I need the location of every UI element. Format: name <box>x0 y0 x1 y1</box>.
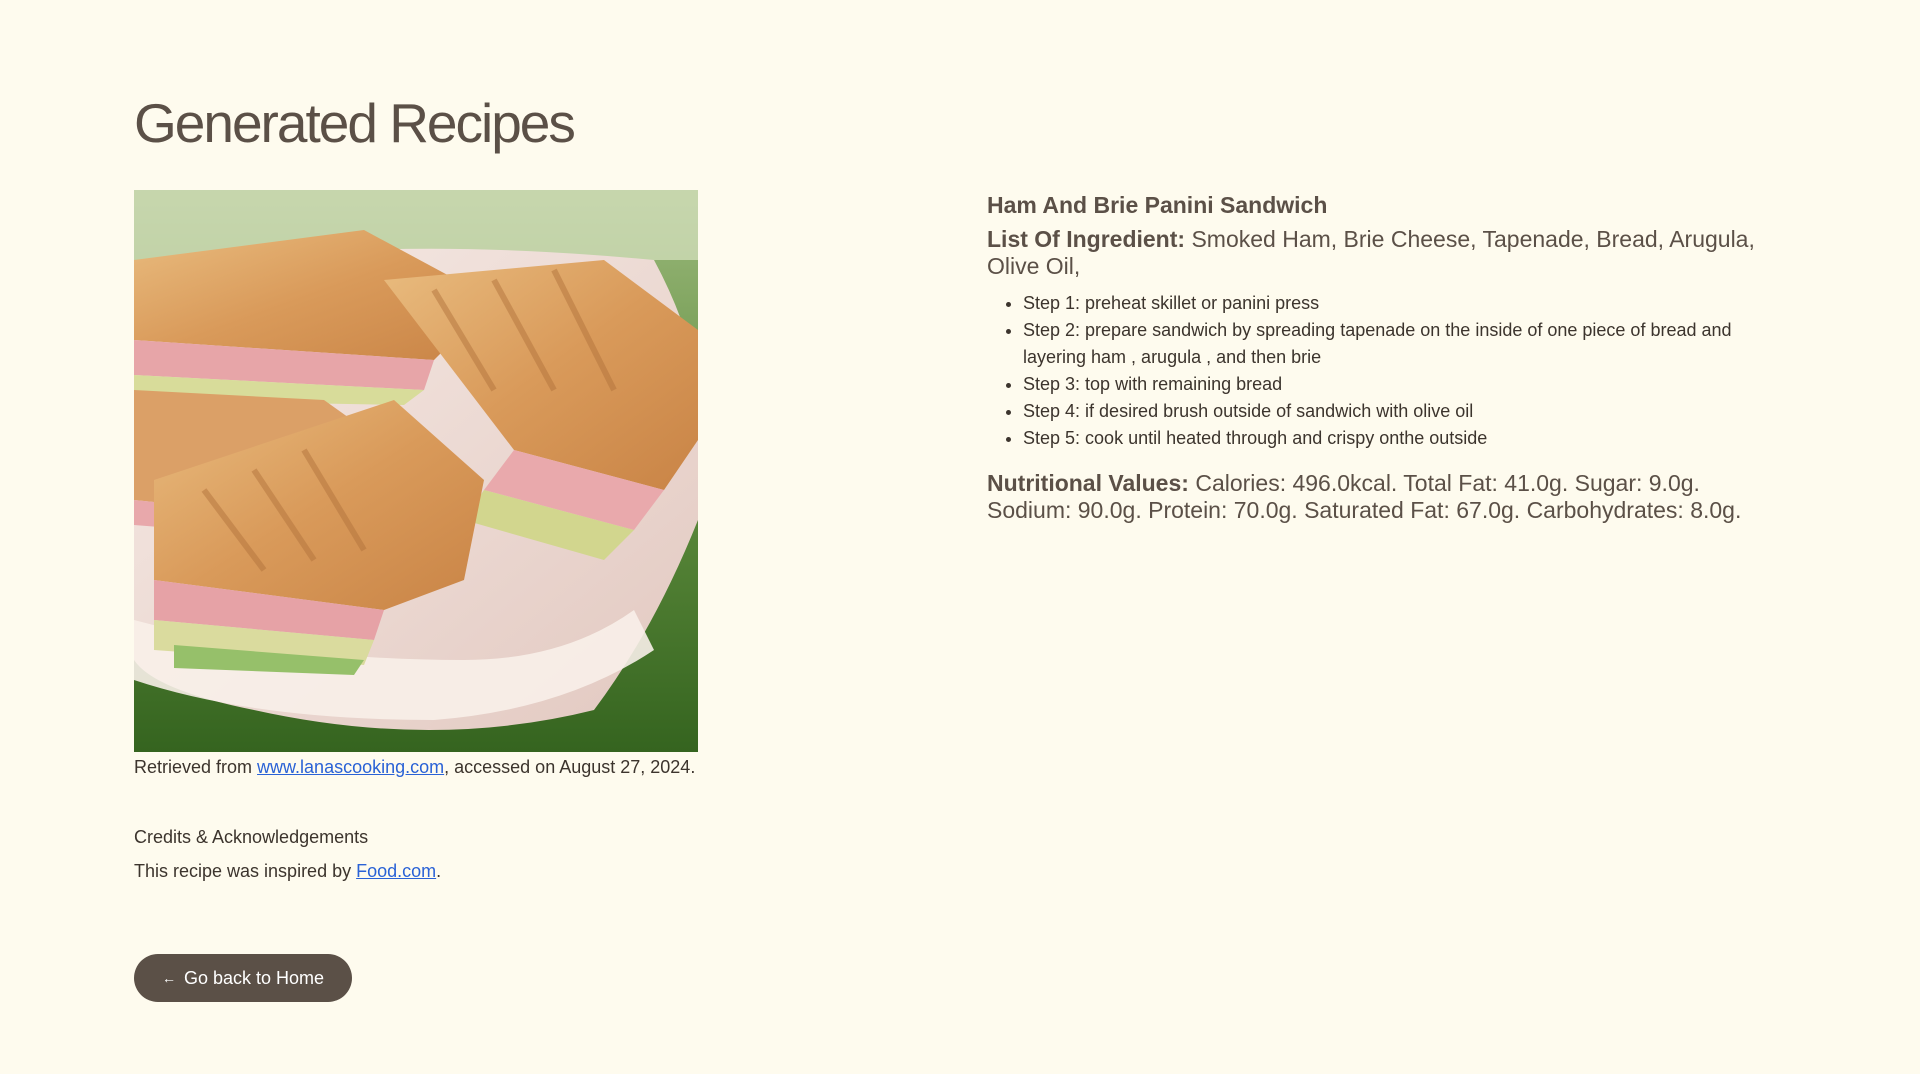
recipe-step: Step 4: if desired brush outside of sand… <box>1023 398 1777 425</box>
credits-link[interactable]: Food.com <box>356 861 436 881</box>
recipe-step: Step 5: cook until heated through and cr… <box>1023 425 1777 452</box>
credits-heading: Credits & Acknowledgements <box>134 827 369 847</box>
page-title: Generated Recipes <box>134 92 576 154</box>
go-back-home-button[interactable]: ← Go back to Home <box>134 954 353 1002</box>
credits-prefix: This recipe was inspired by <box>134 861 357 881</box>
image-source-prefix: Retrieved from <box>134 757 258 777</box>
recipe-details-column: Ham And Brie Panini Sandwich List Of Ing… <box>987 190 1777 524</box>
nutrition-label: Nutritional Values: <box>987 470 1189 496</box>
image-source-suffix: , accessed on August 27, 2024. <box>444 757 696 777</box>
recipe-photo <box>134 190 698 752</box>
recipe-step: Step 1: preheat skillet or panini press <box>1023 290 1777 317</box>
recipe-name: Ham And Brie Panini Sandwich <box>987 192 1328 218</box>
go-back-home-label: Go back to Home <box>184 967 325 988</box>
recipe-step: Step 2: prepare sandwich by spreading ta… <box>1023 317 1777 371</box>
credits-text: This recipe was inspired by Food.com. <box>134 858 834 884</box>
recipe-steps: Step 1: preheat skillet or panini press … <box>987 290 1777 452</box>
credits-suffix: . <box>436 861 442 881</box>
ingredients-list: List Of Ingredient: Smoked Ham, Brie Che… <box>987 226 1777 280</box>
recipe-media-column: Retrieved from www.lanascooking.com, acc… <box>134 190 834 884</box>
nutritional-values: Nutritional Values: Calories: 496.0kcal.… <box>987 470 1777 524</box>
panini-sandwich-image <box>134 190 698 752</box>
page: Generated Recipes Retrieved from www.lan… <box>0 0 1920 1074</box>
image-source-credit: Retrieved from www.lanascooking.com, acc… <box>134 754 834 780</box>
recipe-step: Step 3: top with remaining bread <box>1023 371 1777 398</box>
arrow-left-icon: ← <box>162 970 176 986</box>
image-source-link[interactable]: www.lanascooking.com <box>257 757 444 777</box>
ingredients-label: List Of Ingredient: <box>987 226 1186 252</box>
